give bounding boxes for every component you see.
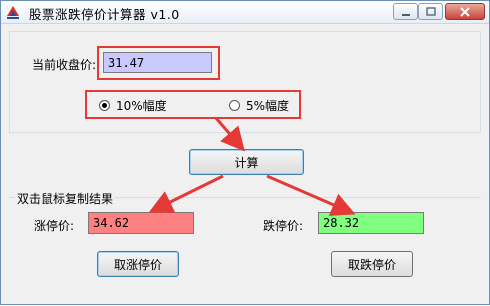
radio-unchecked-icon: [229, 100, 240, 111]
window-title: 股票涨跌停价计算器 v1.0: [29, 7, 180, 22]
maximize-button[interactable]: [418, 3, 443, 20]
radio-10-percent-label: 10%幅度: [116, 99, 167, 113]
minimize-icon: [394, 4, 417, 19]
close-button[interactable]: [445, 3, 485, 20]
radio-10-percent[interactable]: 10%幅度: [99, 97, 167, 114]
results-group-title: 双击鼠标复制结果: [15, 190, 116, 207]
get-limit-down-button[interactable]: 取跌停价: [331, 251, 413, 277]
title-bar[interactable]: 股票涨跌停价计算器 v1.0: [1, 1, 489, 24]
close-price-label: 当前收盘价:: [32, 58, 97, 72]
radio-5-percent[interactable]: 5%幅度: [229, 97, 289, 114]
radio-checked-icon: [99, 100, 110, 111]
get-limit-up-button[interactable]: 取涨停价: [97, 251, 179, 277]
limit-up-label: 涨停价:: [34, 219, 75, 233]
minimize-button[interactable]: [393, 3, 418, 20]
close-icon: [446, 4, 484, 19]
close-price-input[interactable]: 31.47: [103, 52, 212, 73]
arrow-to-limit-down: [266, 174, 356, 216]
maximize-icon: [419, 4, 442, 19]
limit-down-label: 跌停价:: [263, 219, 304, 233]
arrow-to-limit-up: [148, 174, 224, 213]
limit-up-value[interactable]: 34.62: [88, 212, 194, 234]
app-window: 股票涨跌停价计算器 v1.0 当前收盘价: 31.47 10%幅度 5%幅度 计…: [0, 0, 490, 305]
app-logo-icon: [5, 4, 21, 20]
calculate-button[interactable]: 计算: [189, 149, 304, 175]
limit-down-value[interactable]: 28.32: [318, 212, 424, 234]
radio-5-percent-label: 5%幅度: [246, 99, 290, 113]
